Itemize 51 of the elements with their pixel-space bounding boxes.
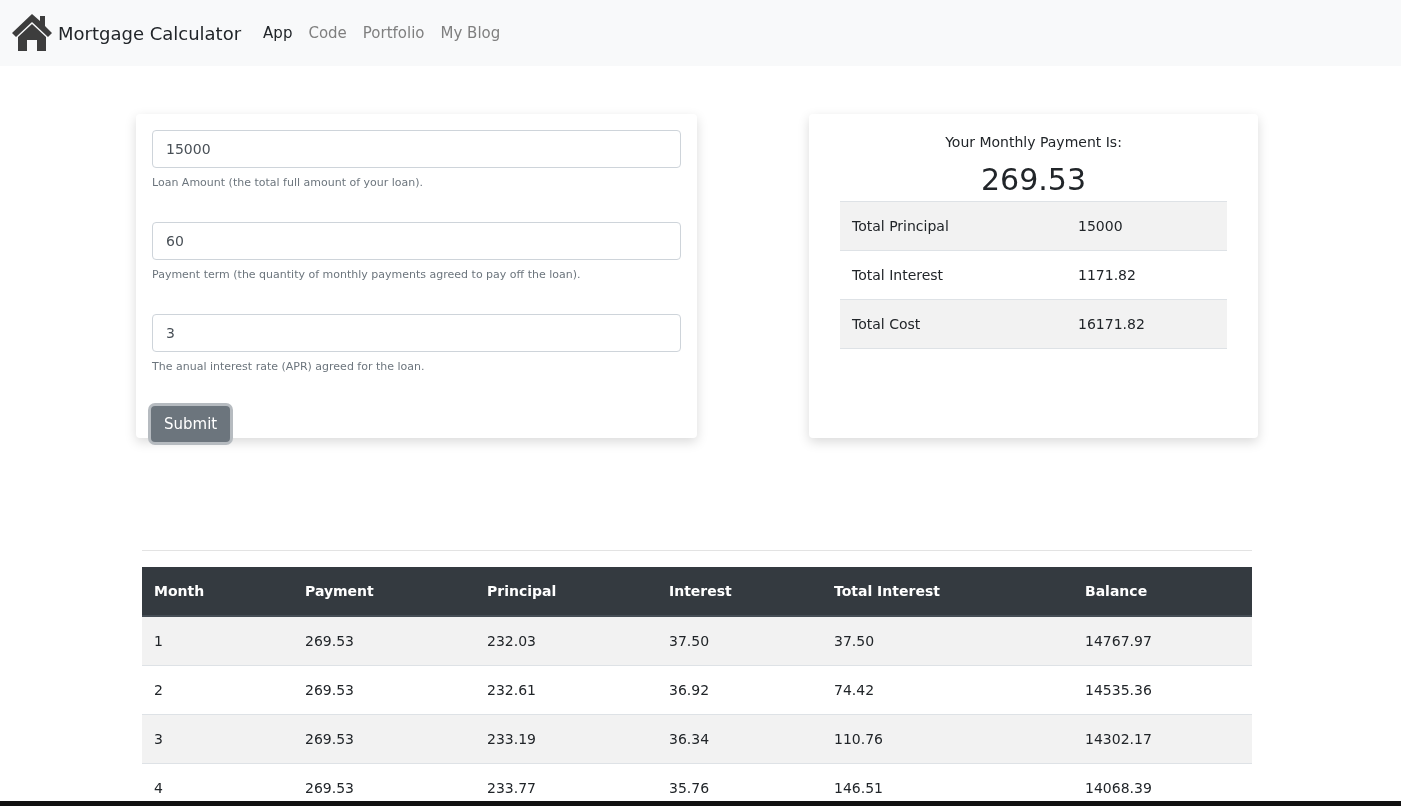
submit-button[interactable]: Submit [151,406,231,442]
row-value: 1171.82 [1077,267,1137,283]
nav-link[interactable]: Portfolio [362,24,425,42]
table-cell-text: 1 [153,633,164,649]
table-cell-text: 232.61 [486,682,537,698]
column-header: Balance [1084,583,1149,599]
table-cell-text: 2 [153,682,164,698]
input-field[interactable]: 60 [152,222,681,260]
table-cell-text: 146.51 [833,780,884,796]
table-cell-text: 74.42 [833,682,876,698]
table-cell-text: 36.92 [668,682,711,698]
table-cell-text: 269.53 [304,682,355,698]
table-cell-text: 233.19 [486,731,537,747]
table-cell-text: 14767.97 [1084,633,1153,649]
house-icon[interactable] [10,12,54,52]
row-label: Total Principal [851,218,950,234]
nav-link[interactable]: Code [308,24,347,42]
table-cell-text: 35.76 [668,780,711,796]
brand-link[interactable]: Mortgage Calculator [58,22,242,44]
column-header: Interest [668,583,733,599]
table-cell-text: 232.03 [486,633,537,649]
column-header: Total Interest [833,583,941,599]
nav-link[interactable]: App [263,24,293,42]
payment-amount: 269.53 [980,162,1087,197]
input-field[interactable]: 3 [152,314,681,352]
table-cell-text: 14068.39 [1084,780,1153,796]
table-cell-text: 4 [153,780,164,796]
help-text: The anual interest rate (APR) agreed for the loan. [152,360,426,375]
row-value: 15000 [1077,218,1124,234]
row-value: 16171.82 [1077,316,1146,332]
table-cell-text: 14302.17 [1084,731,1153,747]
table-cell-text: 14535.36 [1084,682,1153,698]
table-cell-text: 269.53 [304,633,355,649]
nav-link[interactable]: My Blog [440,24,501,42]
table-cell-text: 37.50 [668,633,711,649]
table-cell-text: 233.77 [486,780,537,796]
row-label: Total Cost [851,316,922,332]
input-field[interactable]: 15000 [152,130,681,168]
table-cell-text: 110.76 [833,731,884,747]
column-header: Payment [304,583,375,599]
result-title: Your Monthly Payment Is: [944,134,1123,150]
table-cell-text: 36.34 [668,731,711,747]
row-label: Total Interest [851,267,945,283]
column-header: Principal [486,583,558,599]
table-cell-text: 37.50 [833,633,876,649]
table-cell-text: 3 [153,731,164,747]
help-text: Loan Amount (the total full amount of your loan). [152,176,425,191]
help-text: Payment term (the quantity of monthly payments agreed to pay off the loan). [152,268,582,283]
table-cell-text: 269.53 [304,780,355,796]
column-header: Month [153,583,206,599]
table-cell-text: 269.53 [304,731,355,747]
